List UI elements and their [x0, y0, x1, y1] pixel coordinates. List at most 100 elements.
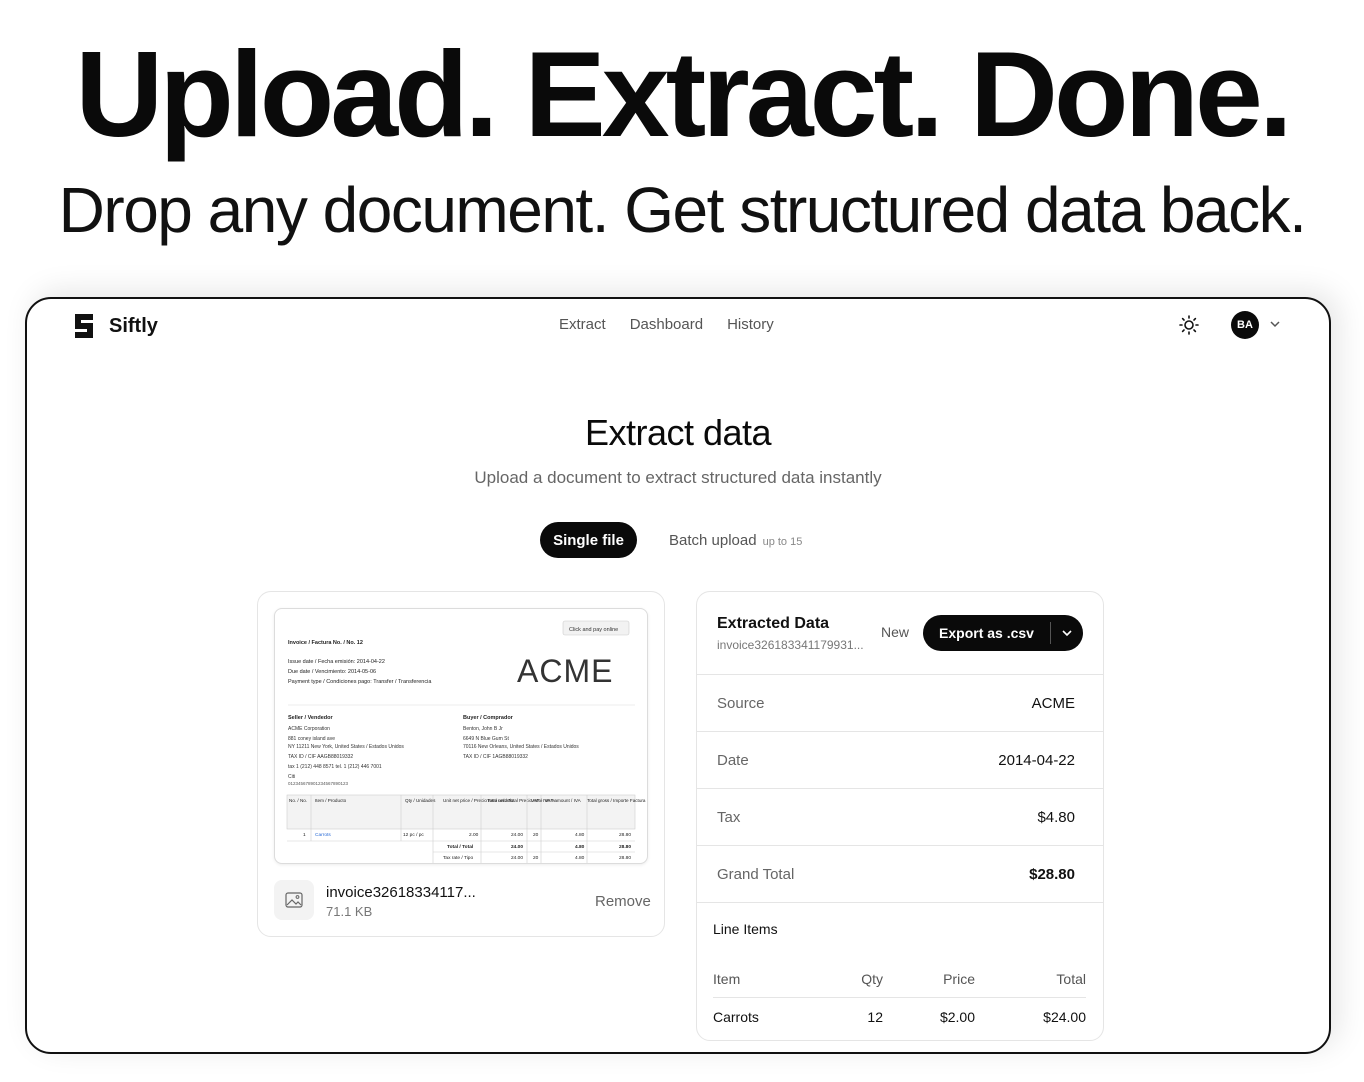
batch-upload-tab[interactable]: Batch upload up to 15	[669, 532, 802, 549]
extracted-file-name: invoice326183341179931...	[717, 638, 864, 652]
export-options-button[interactable]	[1051, 615, 1083, 651]
seller-heading: Seller / Vendedor	[288, 715, 333, 721]
seller-line: 012345678901234567890123	[288, 781, 349, 786]
column-header-price: Price	[943, 971, 975, 987]
new-extraction-button[interactable]: New	[881, 624, 909, 640]
field-label: Date	[717, 751, 749, 769]
field-row-source: Source ACME	[697, 674, 1103, 731]
siftly-logo-icon	[75, 314, 93, 338]
invoice-col-header: Item / Producto	[315, 798, 347, 803]
field-row-tax: Tax $4.80	[697, 788, 1103, 845]
table-header-row: Item Qty Price Total	[713, 961, 1086, 998]
chevron-down-icon	[1062, 630, 1072, 637]
invoice-col-header: Total gross / Importe Factura	[587, 798, 646, 803]
field-value[interactable]: $4.80	[1037, 809, 1075, 826]
buyer-line: 6649 N Blue Gum St	[463, 736, 509, 742]
invoice-cell: 2.00	[469, 832, 479, 838]
invoice-number: Invoice / Factura No. / No. 12	[288, 640, 363, 646]
buyer-line: TAX ID / CIF 1AGB88019332	[463, 754, 528, 760]
single-file-tab[interactable]: Single file	[540, 522, 637, 558]
nav-link-dashboard[interactable]: Dashboard	[630, 316, 703, 333]
invoice-cell: 24.00	[511, 855, 523, 861]
invoice-col-header: No. / No.	[289, 798, 307, 803]
invoice-cell: 28.80	[619, 832, 631, 838]
field-value[interactable]: 2014-04-22	[998, 752, 1075, 769]
chevron-down-icon[interactable]	[1268, 317, 1282, 331]
acme-logo: ACME	[517, 653, 613, 689]
cell-price: $2.00	[939, 1008, 975, 1025]
user-avatar[interactable]: BA	[1231, 311, 1259, 339]
invoice-col-header: VAT amount / IVA	[545, 798, 582, 803]
upload-card: Click and pay online Invoice / Factura N…	[257, 591, 665, 937]
column-header-item: Item	[713, 971, 741, 987]
batch-upload-label: Batch upload	[669, 532, 757, 549]
field-value[interactable]: ACME	[1032, 695, 1075, 712]
seller-line: 881 coney island ave	[288, 736, 335, 742]
uploaded-file-name: invoice32618334117...	[326, 884, 476, 901]
extracted-data-title: Extracted Data	[717, 615, 830, 632]
buyer-line: 70116 New Orleans, United States / Estad…	[463, 744, 579, 750]
nav-link-extract[interactable]: Extract	[559, 316, 606, 333]
app-window: Siftly Extract Dashboard History BA Extr…	[25, 297, 1331, 1054]
brand-logo[interactable]: Siftly	[69, 311, 158, 341]
invoice-cell: 12 pc / pc	[403, 832, 424, 838]
field-value[interactable]: $28.80	[1029, 866, 1075, 883]
sun-icon[interactable]	[1178, 314, 1200, 336]
field-label: Source	[717, 694, 765, 712]
export-csv-button[interactable]: Export as .csv	[923, 625, 1050, 641]
file-thumbnail	[274, 880, 314, 920]
hero-title: Upload. Extract. Done.	[75, 26, 1293, 162]
invoice-due-date: Due date / Vencimiento: 2014-05-06	[288, 669, 376, 675]
uploaded-file-size: 71.1 KB	[326, 904, 373, 919]
invoice-cell: 4.80	[575, 844, 585, 850]
invoice-payment-type: Payment type / Condiciones pago: Transfe…	[288, 679, 432, 685]
main-nav: Extract Dashboard History	[559, 316, 774, 333]
hero-subtitle: Drop any document. Get structured data b…	[58, 174, 1307, 246]
invoice-cell: 28.80	[619, 844, 631, 850]
seller-line: NY 11211 New York, United States / Estad…	[288, 744, 404, 750]
invoice-cell: 1	[303, 832, 306, 838]
seller-line: TAX ID / CIF AAGB88019332	[288, 754, 353, 760]
document-preview[interactable]: Click and pay online Invoice / Factura N…	[274, 608, 648, 864]
extracted-data-card: Extracted Data invoice326183341179931...…	[696, 591, 1104, 1041]
table-row: Carrots 12 $2.00 $24.00	[713, 998, 1086, 1035]
brand-name: Siftly	[109, 314, 158, 337]
line-items-section: Line Items Item Qty Price Total Carrots …	[697, 902, 1103, 1025]
invoice-cell: 4.80	[575, 855, 585, 861]
field-label: Grand Total	[717, 865, 795, 883]
remove-file-button[interactable]: Remove	[595, 893, 651, 910]
export-csv-split-button: Export as .csv	[923, 615, 1083, 651]
invoice-cell: Carrots	[315, 832, 331, 838]
nav-link-history[interactable]: History	[727, 316, 774, 333]
field-row-date: Date 2014-04-22	[697, 731, 1103, 788]
cell-total: $24.00	[1043, 1008, 1086, 1025]
extracted-fields: Source ACME Date 2014-04-22 Tax $4.80 Gr…	[697, 674, 1103, 902]
invoice-cell: 4.80	[575, 832, 585, 838]
invoice-tax-rate-label: Tax rate / Tipo	[443, 855, 473, 861]
invoice-col-header: Qty / Unidades	[405, 798, 436, 803]
image-file-icon	[285, 892, 303, 908]
field-label: Tax	[717, 808, 741, 826]
page-subtitle: Upload a document to extract structured …	[474, 468, 882, 487]
buyer-heading: Buyer / Comprador	[463, 715, 514, 721]
buyer-line: Benton, John B Jr	[463, 726, 503, 732]
page-title: Extract data	[584, 412, 772, 453]
cell-qty: 12	[867, 1008, 883, 1025]
invoice-cell: 24.00	[511, 832, 523, 838]
batch-limit-note: up to 15	[762, 536, 803, 548]
cell-item: Carrots	[713, 1008, 759, 1025]
invoice-total-label: Total / Total	[447, 844, 473, 850]
invoice-cell: 24.00	[511, 844, 523, 850]
invoice-cell: 20	[533, 855, 539, 861]
line-items-table: Item Qty Price Total Carrots 12 $2.00 $2…	[713, 961, 1086, 1035]
column-header-total: Total	[1056, 971, 1086, 987]
seller-line: ACME Corporation	[288, 726, 330, 732]
invoice-issue-date: Issue date / Fecha emisión: 2014-04-22	[288, 659, 385, 665]
invoice-cell: 28.80	[619, 855, 631, 861]
line-items-title: Line Items	[713, 921, 778, 937]
invoice-preview-image: Click and pay online Invoice / Factura N…	[286, 620, 646, 863]
seller-line: Citi	[288, 774, 295, 780]
invoice-pay-online: Click and pay online	[569, 627, 618, 633]
invoice-cell: 20	[533, 832, 539, 838]
column-header-qty: Qty	[861, 971, 883, 987]
